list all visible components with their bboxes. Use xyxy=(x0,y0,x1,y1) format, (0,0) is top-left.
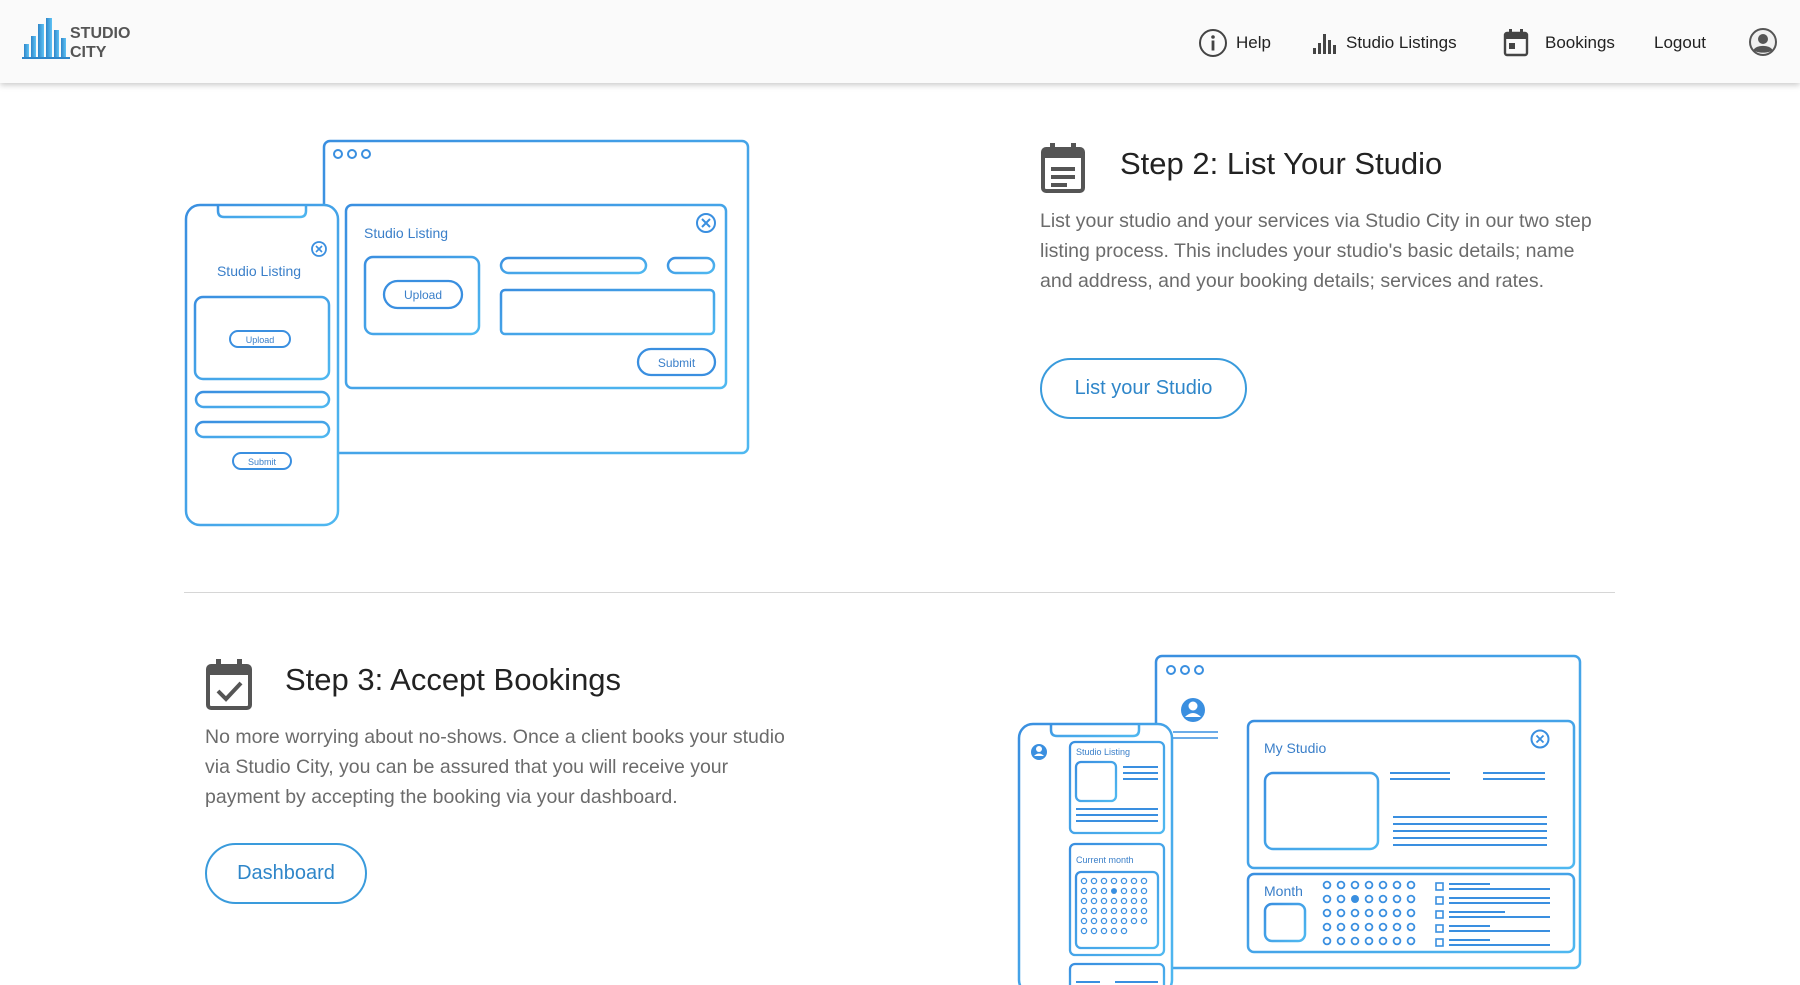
step3-title: Step 3: Accept Bookings xyxy=(285,662,622,697)
info-icon xyxy=(1199,29,1227,57)
bar-chart-icon xyxy=(1313,34,1336,54)
phone-frame xyxy=(184,203,340,527)
month-label: Month xyxy=(1264,883,1303,899)
listing-illustration: Studio Listing Upload Submit Studio List… xyxy=(184,139,750,527)
nav-help[interactable]: Help xyxy=(1198,28,1271,58)
step3-body: No more worrying about no-shows. Once a … xyxy=(205,726,785,808)
nav-bookings[interactable]: Bookings xyxy=(1503,28,1615,58)
phone-calendar-label: Current month xyxy=(1076,855,1134,865)
logo-text-studio: STUDIO xyxy=(70,25,130,42)
dashboard-window-frame xyxy=(1154,654,1582,970)
step2-body: List your studio and your services via S… xyxy=(1040,210,1592,292)
nav-help-label: Help xyxy=(1236,33,1271,52)
section-divider xyxy=(184,592,1615,593)
nav-logout-label: Logout xyxy=(1654,33,1706,52)
top-nav: STUDIO CITY Help Studio Listings Booking… xyxy=(0,0,1800,83)
dashboard-button[interactable]: Dashboard xyxy=(205,843,367,904)
nav-studio-listings[interactable]: Studio Listings xyxy=(1312,28,1457,58)
user-avatar-icon[interactable] xyxy=(1748,27,1778,57)
calendar-icon xyxy=(1503,29,1529,57)
step2-title: Step 2: List Your Studio xyxy=(1120,146,1443,181)
nav-logout[interactable]: Logout xyxy=(1654,28,1706,58)
phone-heading: Studio Listing xyxy=(217,263,301,279)
bookings-illustration: My Studio Month Studio Listing Current m… xyxy=(1017,654,1582,985)
calendar-check-icon xyxy=(206,659,252,710)
list-your-studio-button[interactable]: List your Studio xyxy=(1040,358,1247,419)
studio-city-logo[interactable]: STUDIO CITY xyxy=(22,16,148,62)
my-studio-heading: My Studio xyxy=(1264,740,1326,756)
selected-day-dot xyxy=(1351,895,1359,903)
listing-form-icon xyxy=(1041,143,1085,193)
logo-text-city: CITY xyxy=(70,44,107,61)
nav-bookings-label: Bookings xyxy=(1545,33,1615,52)
phone-submit-label: Submit xyxy=(248,457,277,467)
phone-upload-label: Upload xyxy=(246,335,275,345)
phone-listing-heading: Studio Listing xyxy=(1076,747,1130,757)
phone-selected-day-dot xyxy=(1111,888,1117,894)
nav-studio-listings-label: Studio Listings xyxy=(1346,33,1457,52)
submit-label: Submit xyxy=(658,356,696,370)
modal-heading: Studio Listing xyxy=(364,225,448,241)
upload-label: Upload xyxy=(404,288,442,302)
